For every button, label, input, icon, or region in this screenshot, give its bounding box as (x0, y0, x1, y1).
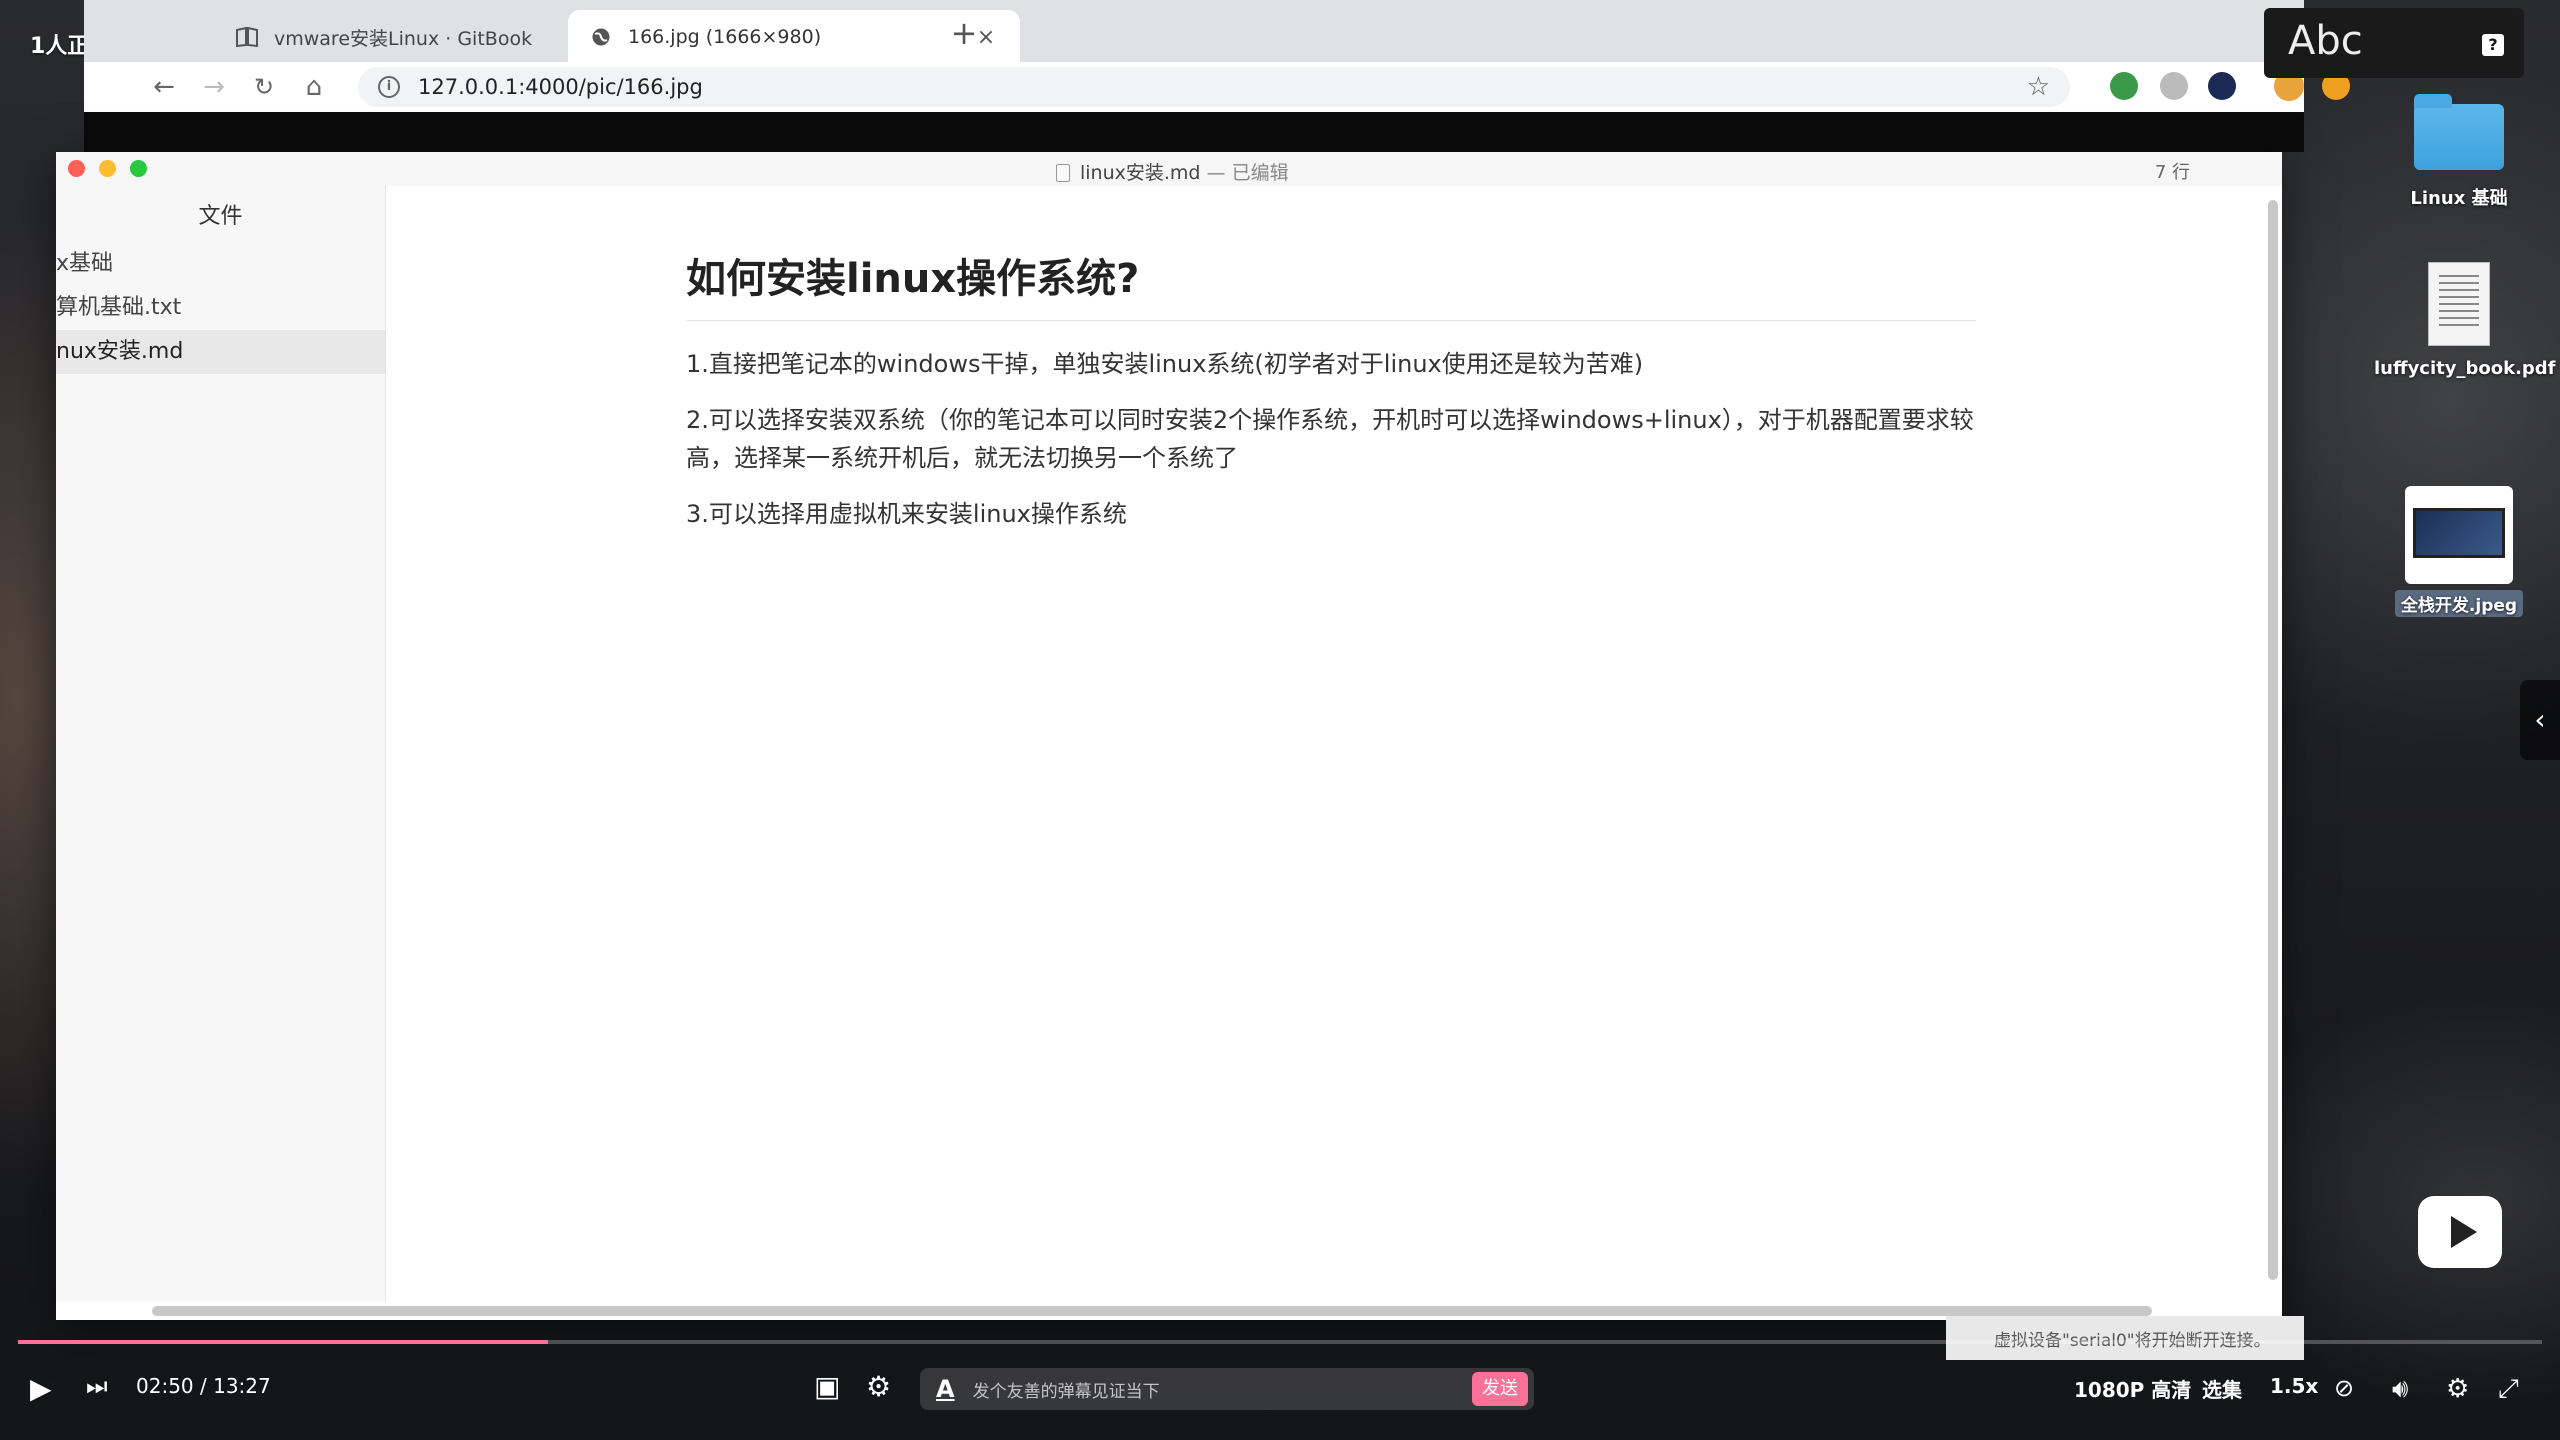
input-method-indicator: Abc ? (2264, 8, 2524, 78)
image-icon (2405, 486, 2513, 584)
time-display: 02:50 / 13:27 (136, 1374, 271, 1398)
file-sidebar: 文件 x基础 算机基础.txt nux安装.md (56, 186, 386, 1302)
fullscreen-icon[interactable]: ⤢ (2498, 1374, 2519, 1405)
chevron-left-icon[interactable]: ‹ (2520, 680, 2560, 760)
browser-toolbar: ← → ↻ ⌂ i 127.0.0.1:4000/pic/166.jpg ☆ (84, 62, 2350, 112)
close-window-button[interactable] (68, 160, 85, 177)
maximize-window-button[interactable] (130, 160, 147, 177)
pdf-icon (2428, 262, 2490, 346)
paragraph: 2.可以选择安装双系统（你的笔记本可以同时安装2个操作系统，开机时可以选择win… (686, 406, 1974, 472)
extension-green-icon[interactable] (2110, 72, 2138, 100)
typora-window: linux安装.md — 已编辑 7 行 文件 x基础 算机基础.txt nux… (56, 152, 2282, 1320)
browser-content-area (84, 112, 2304, 152)
document-icon (1056, 164, 1070, 182)
tab-label: 166.jpg (1666×980) (628, 26, 822, 48)
desktop-image[interactable]: 全栈开发.jpeg (2374, 486, 2544, 617)
danmaku-placeholder: 发个友善的弹幕见证当下 (972, 1381, 1160, 1402)
file-item[interactable]: x基础 (56, 242, 385, 286)
forward-icon[interactable]: → (190, 72, 238, 102)
document-heading: 如何安装linux操作系统? (686, 246, 1976, 321)
send-button[interactable]: 发送 (1472, 1372, 1528, 1406)
info-icon[interactable]: i (378, 76, 400, 98)
back-icon[interactable]: ← (140, 72, 188, 102)
time-current: 02:50 (136, 1374, 194, 1398)
desktop-item-label: 全栈开发.jpeg (2394, 590, 2524, 617)
help-icon: ? (2482, 34, 2504, 56)
home-icon[interactable]: ⌂ (290, 72, 338, 102)
extension-lamp-icon[interactable] (2160, 72, 2188, 100)
document-content: 如何安装linux操作系统? 1.直接把笔记本的windows干掉，单独安装li… (686, 246, 1976, 551)
browser-window: vmware安装Linux · GitBook × 166.jpg (1666×… (84, 0, 2350, 112)
vertical-scrollbar[interactable] (2268, 200, 2278, 1280)
input-method-label: Abc (2288, 18, 2363, 64)
speed-button[interactable]: 1.5x (2270, 1374, 2318, 1398)
volume-icon[interactable]: 🔊︎ (2392, 1374, 2408, 1405)
desktop-item-label: luffycity_book.pdf (2374, 358, 2556, 379)
subtitle-icon[interactable]: ⊘ (2334, 1374, 2354, 1402)
danmaku-toggle-icon[interactable]: ▣ (814, 1370, 840, 1403)
extension-dark-icon[interactable] (2208, 72, 2236, 100)
tab-label: vmware安装Linux · GitBook (274, 27, 533, 50)
danmaku-input[interactable]: A 发个友善的弹幕见证当下 发送 (920, 1368, 1534, 1410)
editor-pane[interactable]: 如何安装linux操作系统? 1.直接把笔记本的windows干掉，单独安装li… (386, 186, 2282, 1302)
desktop-pdf[interactable]: luffycity_book.pdf (2374, 262, 2556, 379)
tab-bar: vmware安装Linux · GitBook × 166.jpg (1666×… (84, 0, 2304, 64)
title-bar: linux安装.md — 已编辑 7 行 (56, 152, 2282, 186)
document-name: linux安装.md (1080, 162, 1201, 184)
sidebar-title: 文件 (198, 204, 243, 229)
url-text: 127.0.0.1:4000/pic/166.jpg (418, 75, 703, 99)
document-status: — 已编辑 (1206, 162, 1289, 184)
paragraph: 1.直接把笔记本的windows干掉，单独安装linux系统(初学者对于linu… (686, 350, 1644, 378)
globe-icon (590, 26, 612, 48)
file-item-active[interactable]: nux安装.md (56, 330, 385, 374)
desktop-item-label: Linux 基础 (2410, 188, 2508, 209)
horizontal-scrollbar[interactable] (152, 1306, 2152, 1316)
book-icon (236, 26, 258, 48)
time-separator: / (200, 1374, 207, 1398)
file-item[interactable]: 算机基础.txt (56, 286, 385, 330)
reload-icon[interactable]: ↻ (240, 73, 288, 101)
danmaku-style-icon[interactable]: A (936, 1375, 955, 1403)
play-icon[interactable]: ▶ (30, 1372, 52, 1405)
folder-icon (2414, 94, 2504, 170)
vm-warning: 虚拟设备"serial0"将开始断开连接。 (1946, 1316, 2304, 1360)
danmaku-settings-icon[interactable]: ⚙ (866, 1370, 891, 1403)
minimize-window-button[interactable] (99, 160, 116, 177)
paragraph: 3.可以选择用虚拟机来安装linux操作系统 (686, 500, 1127, 528)
desktop-folder[interactable]: Linux 基础 (2374, 94, 2544, 210)
bilibili-logo-icon (2418, 1196, 2502, 1268)
new-tab-icon[interactable]: + (944, 14, 984, 52)
episodes-button[interactable]: 选集 (2202, 1374, 2242, 1403)
next-icon[interactable]: ⏭ (86, 1372, 108, 1400)
line-count: 7 行 (2154, 162, 2190, 183)
bookmark-star-icon[interactable]: ☆ (2027, 72, 2050, 102)
time-total: 13:27 (213, 1374, 271, 1398)
settings-icon[interactable]: ⚙ (2446, 1374, 2469, 1404)
address-bar[interactable]: i 127.0.0.1:4000/pic/166.jpg ☆ (358, 67, 2070, 107)
quality-button[interactable]: 1080P 高清 (2074, 1374, 2191, 1403)
document-title: linux安装.md — 已编辑 (1056, 158, 1289, 185)
progress-fill[interactable] (18, 1340, 549, 1344)
